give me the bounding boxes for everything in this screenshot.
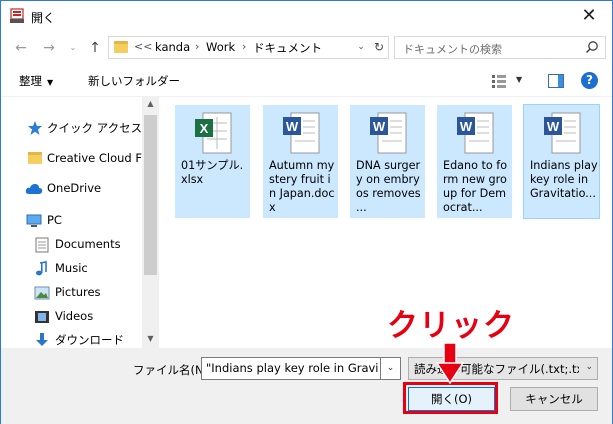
sidebar-item-videos[interactable]: Videos bbox=[1, 306, 141, 328]
sidebar-item-label: Music bbox=[55, 261, 88, 275]
breadcrumb-overflow[interactable]: << bbox=[134, 40, 152, 53]
search-icon bbox=[585, 41, 598, 54]
view-chevron-down-icon[interactable]: ▼ bbox=[516, 75, 522, 84]
sidebar-item-label: Documents bbox=[55, 237, 121, 251]
cancel-button[interactable]: キャンセル bbox=[510, 387, 598, 411]
search-box[interactable]: ドキュメントの検索 bbox=[394, 36, 606, 59]
folder-icon bbox=[114, 41, 128, 53]
scroll-thumb[interactable] bbox=[144, 115, 157, 275]
sidebar-item-label: Pictures bbox=[55, 285, 101, 299]
chevron-down-icon: ▼ bbox=[47, 78, 54, 87]
sidebar-item-label: PC bbox=[47, 213, 62, 227]
view-options-icon[interactable] bbox=[492, 74, 506, 88]
folder-icon bbox=[28, 152, 42, 164]
svg-text:W: W bbox=[460, 119, 473, 134]
excel-file-icon: X bbox=[195, 112, 232, 154]
cloud-icon bbox=[25, 184, 43, 194]
sidebar-item-creative-cloud[interactable]: Creative Cloud Files bbox=[1, 148, 159, 170]
forward-arrow-icon[interactable]: → bbox=[39, 39, 59, 57]
sidebar-item-onedrive[interactable]: OneDrive bbox=[1, 178, 141, 200]
sidebar-item-pictures[interactable]: Pictures bbox=[1, 282, 141, 304]
word-file-icon: W bbox=[283, 112, 320, 154]
file-item[interactable]: X 01サンプル.xlsx bbox=[175, 105, 250, 218]
window-title: 開く bbox=[31, 11, 56, 25]
star-icon bbox=[28, 121, 42, 135]
documents-icon bbox=[35, 237, 49, 253]
filename-input[interactable]: "Indians play key role in Gravitat bbox=[201, 357, 381, 380]
file-item[interactable]: W DNA surgery on embryos removes ... bbox=[350, 105, 425, 218]
download-icon bbox=[36, 333, 48, 346]
svg-text:W: W bbox=[286, 119, 299, 134]
sidebar-item-quick-access[interactable]: クイック アクセス bbox=[1, 117, 143, 139]
word-file-icon: W bbox=[370, 112, 407, 154]
title-bar: 開く ✕ bbox=[1, 1, 612, 31]
close-button[interactable]: ✕ bbox=[566, 1, 612, 31]
refresh-icon[interactable]: ↻ bbox=[371, 38, 387, 57]
breadcrumb-separator: › bbox=[242, 40, 247, 53]
scroll-up-icon[interactable]: ▲ bbox=[142, 99, 159, 108]
dialog-footer: ファイル名(N): "Indians play key role in Grav… bbox=[1, 348, 612, 424]
filename-chevron-down-icon[interactable]: ⌄ bbox=[381, 357, 401, 380]
filetype-chevron-down-icon: ⌄ bbox=[585, 362, 593, 372]
svg-text:W: W bbox=[373, 119, 386, 134]
file-name: DNA surgery on embryos removes ... bbox=[356, 159, 421, 214]
scroll-down-icon[interactable]: ▼ bbox=[142, 334, 159, 343]
search-placeholder: ドキュメントの検索 bbox=[403, 43, 502, 56]
open-button-highlight bbox=[403, 382, 498, 414]
music-icon bbox=[36, 261, 47, 276]
sidebar-item-label: クイック アクセス bbox=[47, 121, 143, 135]
address-bar[interactable]: << kanda › Work › ドキュメント ⌄ ↻ bbox=[108, 36, 389, 59]
file-item[interactable]: W Edano to form new group for Democrat..… bbox=[437, 105, 512, 218]
breadcrumb-documents[interactable]: ドキュメント bbox=[253, 40, 322, 56]
breadcrumb-kanda[interactable]: kanda bbox=[155, 40, 190, 54]
down-arrow-icon bbox=[436, 343, 464, 385]
new-folder-button[interactable]: 新しいフォルダー bbox=[88, 73, 180, 89]
file-name: Indians play key role in Gravitatio... bbox=[530, 159, 598, 200]
filename-value: "Indians play key role in Gravitat bbox=[206, 361, 378, 375]
sidebar-scrollbar[interactable]: ▲ ▼ bbox=[142, 97, 159, 348]
pictures-icon bbox=[34, 286, 50, 300]
word-file-icon: W bbox=[457, 112, 494, 154]
recent-chevron-down-icon[interactable]: ⌄ bbox=[63, 39, 83, 57]
file-name: Autumn mystery fruit in Japan.docx bbox=[269, 159, 335, 214]
file-item[interactable]: W Autumn mystery fruit in Japan.docx bbox=[263, 105, 338, 218]
navigation-pane: クイック アクセス Creative Cloud Files OneDrive … bbox=[1, 97, 159, 348]
sidebar-item-pc[interactable]: PC bbox=[1, 210, 141, 232]
organize-label: 整理 bbox=[19, 74, 42, 88]
navigation-bar: ← → ⌄ ↑ << kanda › Work › ドキュメント ⌄ ↻ ドキュ… bbox=[1, 31, 612, 65]
click-callout: クリック bbox=[387, 308, 515, 344]
help-icon[interactable]: ? bbox=[581, 72, 598, 89]
sidebar-item-documents[interactable]: Documents bbox=[1, 234, 141, 256]
videos-icon bbox=[35, 311, 49, 323]
file-list: X 01サンプル.xlsx W Autumn mystery fruit in … bbox=[159, 97, 612, 348]
svg-text:W: W bbox=[547, 119, 560, 134]
sidebar-item-downloads[interactable]: ダウンロード bbox=[1, 329, 141, 348]
file-name: 01サンプル.xlsx bbox=[181, 159, 244, 186]
organize-button[interactable]: 整理 ▼ bbox=[19, 73, 53, 89]
back-arrow-icon[interactable]: ← bbox=[11, 39, 31, 57]
sidebar-item-label: Videos bbox=[55, 309, 94, 323]
breadcrumb-separator: › bbox=[195, 40, 200, 53]
command-bar: 整理 ▼ 新しいフォルダー ▼ ? bbox=[1, 65, 612, 97]
open-dialog: 開く ✕ ← → ⌄ ↑ << kanda › Work › ドキュメント ⌄ … bbox=[0, 0, 613, 424]
file-name: Edano to form new group for Democrat... bbox=[443, 159, 508, 214]
computer-icon bbox=[26, 214, 42, 227]
breadcrumb-work[interactable]: Work bbox=[206, 40, 235, 54]
app-icon bbox=[10, 8, 24, 23]
word-file-icon: W bbox=[544, 112, 581, 154]
sidebar-item-label: OneDrive bbox=[47, 181, 102, 195]
address-chevron-down-icon[interactable]: ⌄ bbox=[353, 38, 369, 57]
preview-pane-icon[interactable] bbox=[548, 74, 564, 88]
svg-text:X: X bbox=[200, 121, 209, 136]
file-item-selected[interactable]: W Indians play key role in Gravitatio... bbox=[523, 104, 600, 219]
sidebar-item-label: ダウンロード bbox=[55, 333, 124, 347]
sidebar-item-music[interactable]: Music bbox=[1, 258, 141, 280]
up-arrow-icon[interactable]: ↑ bbox=[85, 39, 105, 57]
